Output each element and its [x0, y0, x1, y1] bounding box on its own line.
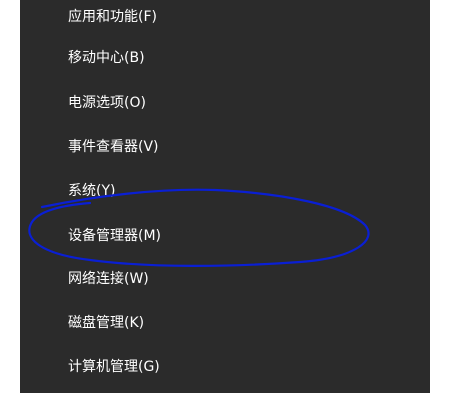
- menu-item-computer-management[interactable]: 计算机管理(G): [20, 344, 430, 388]
- menu-item-event-viewer[interactable]: 事件查看器(V): [20, 124, 430, 168]
- menu-item-label: 移动中心(B): [68, 50, 145, 66]
- menu-item-label: 网络连接(W): [68, 271, 149, 287]
- menu-item-network-connections[interactable]: 网络连接(W): [20, 256, 430, 300]
- menu-item-label: 电源选项(O): [68, 95, 146, 111]
- menu-item-system[interactable]: 系统(Y): [20, 168, 430, 212]
- menu-item-label: 磁盘管理(K): [68, 315, 145, 331]
- menu-item-label: 计算机管理(G): [68, 359, 160, 375]
- menu-item-label: 应用和功能(F): [68, 9, 157, 25]
- menu-item-apps-and-features[interactable]: 应用和功能(F): [20, 0, 430, 38]
- menu-panel: 应用和功能(F) 移动中心(B) 电源选项(O) 事件查看器(V) 系统(Y) …: [20, 0, 430, 393]
- menu-item-label: 设备管理器(M): [68, 228, 162, 244]
- menu-item-power-options[interactable]: 电源选项(O): [20, 80, 430, 124]
- context-menu: 应用和功能(F) 移动中心(B) 电源选项(O) 事件查看器(V) 系统(Y) …: [0, 0, 449, 393]
- menu-item-disk-management[interactable]: 磁盘管理(K): [20, 300, 430, 344]
- menu-item-label: 系统(Y): [68, 183, 116, 199]
- menu-item-device-manager[interactable]: 设备管理器(M): [20, 213, 430, 257]
- menu-item-mobility-center[interactable]: 移动中心(B): [20, 35, 430, 79]
- menu-item-label: 事件查看器(V): [68, 139, 159, 155]
